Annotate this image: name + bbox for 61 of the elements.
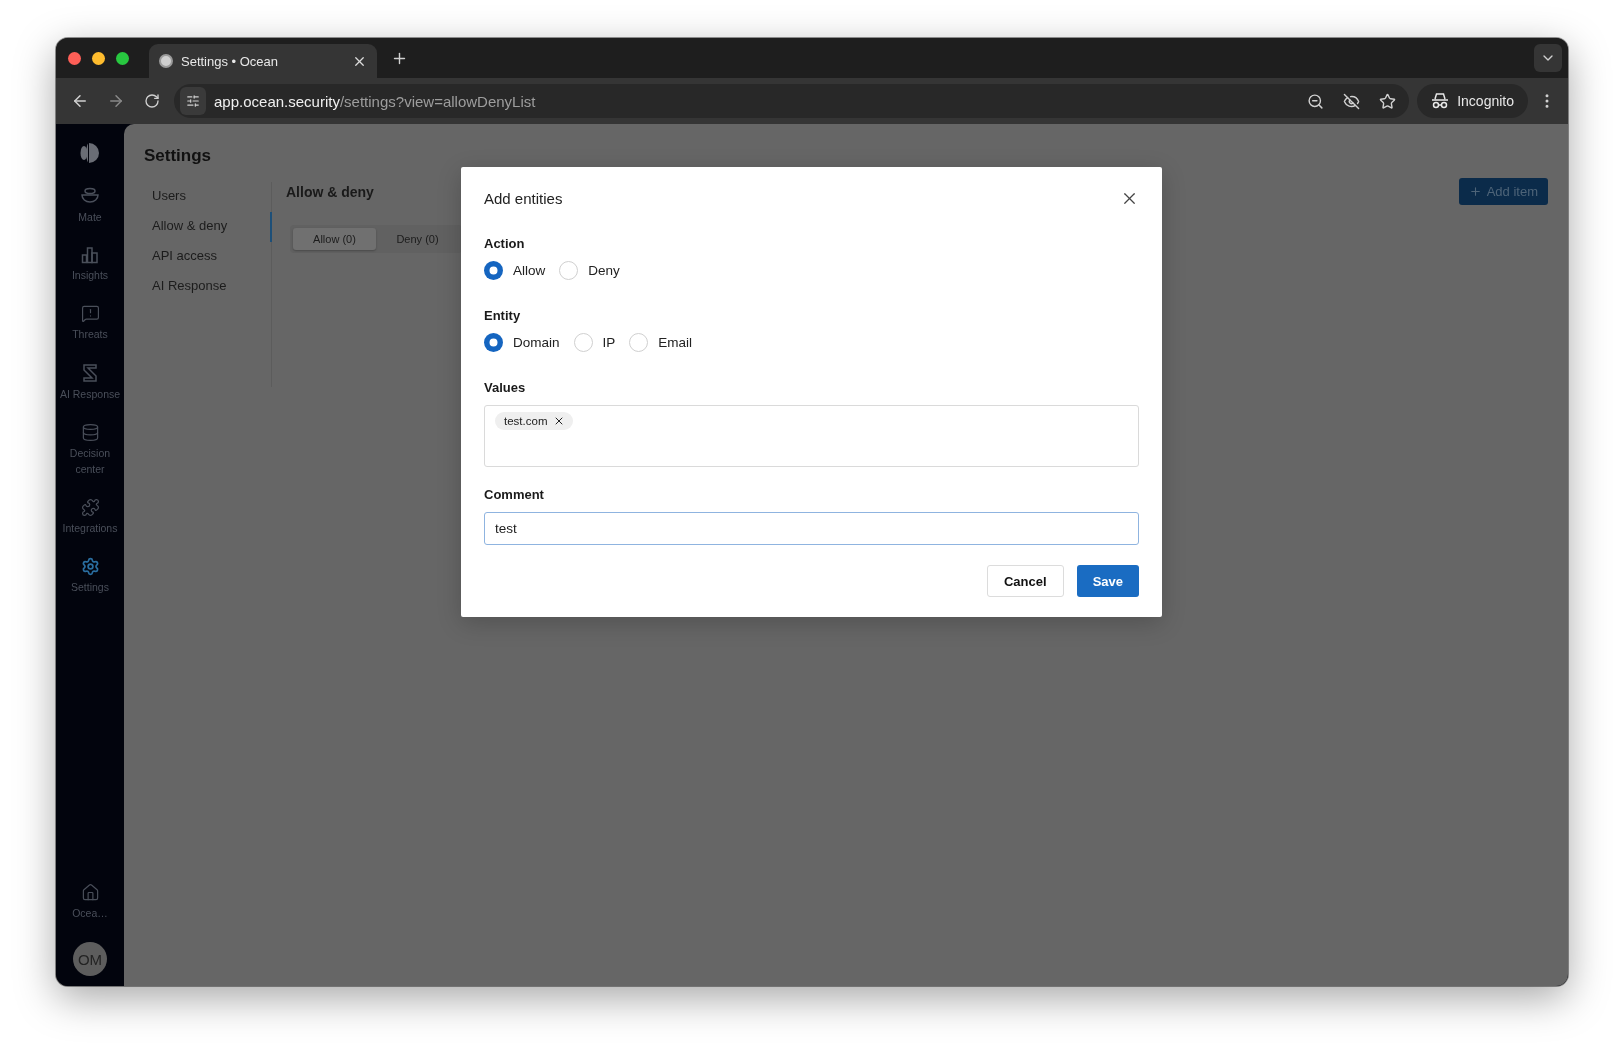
settings-nav-item[interactable]: AI Response xyxy=(144,272,272,302)
puzzle-icon xyxy=(80,498,100,517)
radio-button[interactable] xyxy=(484,261,503,280)
comment-field[interactable]: test xyxy=(484,512,1139,545)
page-title: Settings xyxy=(144,146,213,166)
route-icon xyxy=(81,363,99,383)
sidebar-item[interactable]: Insights xyxy=(56,246,124,283)
sidebar-item[interactable]: Decision center xyxy=(56,423,124,477)
plus-icon xyxy=(1468,185,1482,198)
values-field[interactable]: test.com xyxy=(484,405,1139,467)
value-tag: test.com xyxy=(495,412,574,430)
settings-nav-item[interactable]: Users xyxy=(144,182,272,212)
radio-option[interactable]: Email xyxy=(629,333,693,352)
radio-option[interactable]: IP xyxy=(573,333,616,352)
home-icon xyxy=(80,883,100,902)
field-label: Comment xyxy=(484,487,545,502)
radio-option[interactable]: Domain xyxy=(484,333,560,352)
save-button[interactable]: Save xyxy=(1076,565,1139,597)
incognito-icon xyxy=(1431,93,1450,109)
field-label: Values xyxy=(484,380,527,395)
logo-icon xyxy=(79,142,101,164)
bar-chart-icon xyxy=(81,246,99,264)
radio-option[interactable]: Allow xyxy=(484,261,546,280)
back-icon[interactable] xyxy=(71,92,89,110)
address-bar[interactable]: app.ocean.security/settings?view=allowDenyList xyxy=(174,84,1410,118)
eye-off-icon[interactable] xyxy=(1342,92,1360,110)
settings-nav-item[interactable]: Allow & deny xyxy=(144,212,272,242)
zoom-icon[interactable] xyxy=(1306,92,1324,110)
database-icon xyxy=(80,423,100,442)
site-icon xyxy=(159,54,173,68)
sidebar-item[interactable]: Threats xyxy=(56,304,124,342)
browser-tab[interactable]: Settings • Ocean xyxy=(149,44,377,78)
tab-list-button[interactable] xyxy=(1534,44,1562,72)
add-item-button[interactable]: Add item xyxy=(1458,178,1548,205)
organization-item[interactable]: Ocea… xyxy=(56,883,124,921)
sidebar-item[interactable]: Mate xyxy=(56,186,124,225)
field-label: Entity xyxy=(484,308,522,323)
profile-button[interactable]: Incognito xyxy=(1417,84,1528,118)
alert-message-icon xyxy=(80,304,100,323)
maximize-window-button[interactable] xyxy=(116,51,129,65)
bowl-icon xyxy=(80,186,100,206)
forward-icon[interactable] xyxy=(107,92,125,110)
bookmark-icon[interactable] xyxy=(1378,92,1396,110)
radio-option[interactable]: Deny xyxy=(559,261,620,280)
sidebar-item[interactable]: AI Response xyxy=(56,363,124,402)
field-label: Action xyxy=(484,236,526,251)
reload-icon[interactable] xyxy=(144,93,160,109)
list-tab[interactable]: Deny (0) xyxy=(376,228,459,250)
settings-icon xyxy=(80,557,100,576)
settings-nav-item[interactable]: API access xyxy=(144,242,272,272)
radio-button[interactable] xyxy=(484,333,503,352)
site-settings-icon[interactable] xyxy=(186,94,200,108)
cancel-button[interactable]: Cancel xyxy=(987,565,1064,597)
sidebar-item[interactable]: Integrations xyxy=(56,498,124,536)
list-tab[interactable]: Allow (0) xyxy=(293,228,376,250)
section-title: Allow & deny xyxy=(286,184,374,200)
minimize-window-button[interactable] xyxy=(92,51,105,65)
dialog-title: Add entities xyxy=(484,190,563,207)
user-avatar[interactable]: OM xyxy=(73,942,107,976)
sidebar-item[interactable]: Settings xyxy=(56,557,124,595)
close-window-button[interactable] xyxy=(68,51,81,65)
